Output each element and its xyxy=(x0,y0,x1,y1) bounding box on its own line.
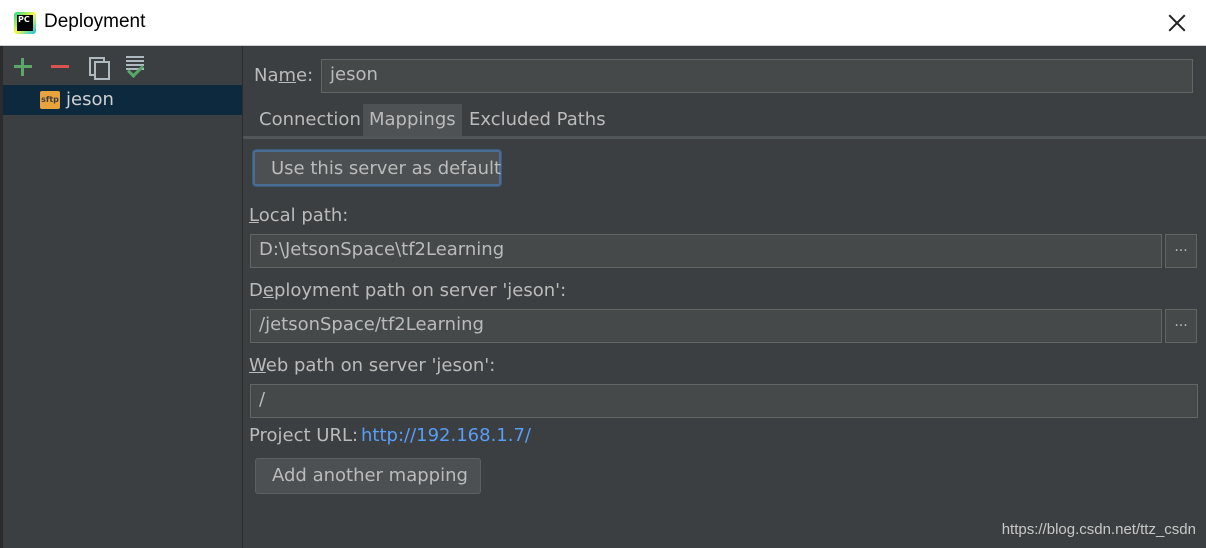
tab-excluded-paths[interactable]: Excluded Paths xyxy=(463,104,612,136)
sftp-icon: sftp xyxy=(40,91,60,109)
tab-separator xyxy=(243,136,1206,139)
plus-icon[interactable] xyxy=(12,56,34,78)
add-another-mapping-button[interactable]: Add another mapping xyxy=(255,458,481,494)
pycharm-app-icon: PC xyxy=(14,12,36,34)
web-path-input[interactable]: / xyxy=(250,384,1198,418)
server-list-pane: sftp jeson xyxy=(3,46,243,548)
close-icon[interactable] xyxy=(1166,12,1188,34)
deployment-path-label: Deployment path on server 'jeson': xyxy=(249,280,567,301)
server-name-input[interactable]: jeson xyxy=(321,59,1193,93)
tab-connection[interactable]: Connection xyxy=(253,104,367,136)
default-server-icon[interactable] xyxy=(124,56,146,78)
server-name-label: jeson xyxy=(66,89,114,110)
server-toolbar xyxy=(3,54,242,80)
local-path-input[interactable]: D:\JetsonSpace\tf2Learning xyxy=(250,234,1162,268)
deployment-path-input[interactable]: /jetsonSpace/tf2Learning xyxy=(250,309,1162,343)
project-url-link[interactable]: http://192.168.1.7/ xyxy=(361,425,531,446)
window-title: Deployment xyxy=(44,11,146,32)
copy-icon[interactable] xyxy=(87,56,110,80)
title-bar: PC Deployment xyxy=(0,0,1206,46)
app-icon-text: PC xyxy=(17,15,33,31)
local-path-browse-button[interactable]: ... xyxy=(1165,234,1197,268)
server-list-item-jeson[interactable]: sftp jeson xyxy=(3,85,242,115)
deployment-path-browse-button[interactable]: ... xyxy=(1165,309,1197,343)
web-path-label: Web path on server 'jeson': xyxy=(249,355,496,376)
local-path-label: Local path: xyxy=(249,205,349,226)
use-as-default-button[interactable]: Use this server as default xyxy=(253,150,501,186)
watermark: https://blog.csdn.net/ttz_csdn xyxy=(1001,521,1196,538)
name-label: Name: xyxy=(254,65,314,86)
minus-icon[interactable] xyxy=(49,56,71,78)
tab-mappings[interactable]: Mappings xyxy=(363,104,462,136)
server-settings-pane: Name: jeson Connection Mappings Excluded… xyxy=(243,46,1206,548)
project-url-label: Project URL: xyxy=(249,425,359,446)
